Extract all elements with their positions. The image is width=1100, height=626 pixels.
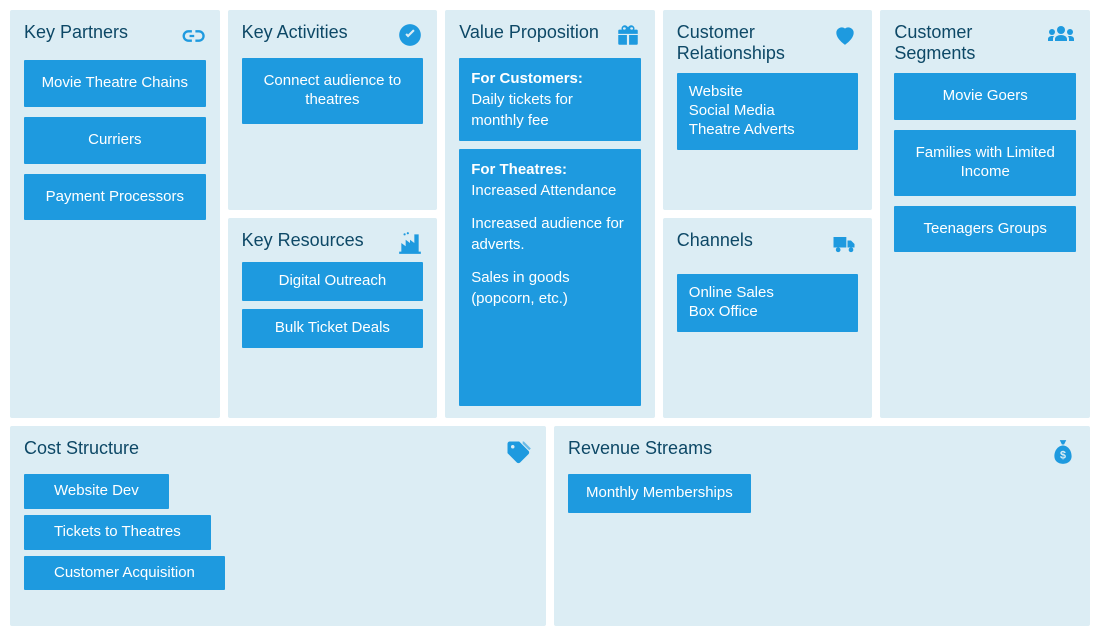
panel-items: Website Social Media Theatre Adverts xyxy=(677,73,859,149)
panel-title: Channels xyxy=(677,230,753,251)
panel-header: Channels xyxy=(677,230,859,258)
panel-items: Online Sales Box Office xyxy=(677,274,859,332)
panel-items: Movie Theatre Chains Curriers Payment Pr… xyxy=(24,60,206,220)
panel-customer-relationships: Customer Relationships Website Social Me… xyxy=(663,10,873,210)
item-box: Monthly Memberships xyxy=(568,474,751,513)
heart-icon xyxy=(832,22,858,48)
item-line: Box Office xyxy=(689,303,847,322)
panel-items: Digital Outreach Bulk Ticket Deals xyxy=(242,262,424,348)
item-box: Tickets to Theatres xyxy=(24,515,211,550)
panel-value-proposition: Value Proposition For Customers: Daily t… xyxy=(445,10,655,418)
business-model-canvas: Key Partners Movie Theatre Chains Currie… xyxy=(10,10,1090,609)
panel-title: Key Partners xyxy=(24,22,128,43)
item-box: Website Social Media Theatre Adverts xyxy=(677,73,859,149)
panel-items: For Customers: Daily tickets for monthly… xyxy=(459,58,641,406)
panel-items: Website Dev Tickets to Theatres Customer… xyxy=(24,474,532,590)
vp-theatres: For Theatres: Increased Attendance Incre… xyxy=(459,149,641,406)
item-box: Payment Processors xyxy=(24,174,206,221)
item-box: Digital Outreach xyxy=(242,262,424,301)
vp-body: Daily tickets for monthly fee xyxy=(471,89,629,131)
item-box: Movie Theatre Chains xyxy=(24,60,206,107)
panel-items: Monthly Memberships xyxy=(568,474,1076,513)
item-box: Families with Limited Income xyxy=(894,130,1076,196)
item-box: Curriers xyxy=(24,117,206,164)
vp-body: Increased audience for adverts. xyxy=(471,213,629,255)
item-box: Connect audience to theatres xyxy=(242,58,424,124)
item-box: Bulk Ticket Deals xyxy=(242,309,424,348)
panel-title: Key Activities xyxy=(242,22,348,43)
panel-title: Key Resources xyxy=(242,230,364,251)
panel-cost-structure: Cost Structure Website Dev Tickets to Th… xyxy=(10,426,546,626)
panel-key-partners: Key Partners Movie Theatre Chains Currie… xyxy=(10,10,220,418)
item-box: Movie Goers xyxy=(894,73,1076,120)
panel-header: Key Activities xyxy=(242,22,424,48)
truck-icon xyxy=(830,230,858,258)
panel-title: Value Proposition xyxy=(459,22,599,43)
panel-revenue-streams: Revenue Streams $ Monthly Memberships xyxy=(554,426,1090,626)
panel-items: Connect audience to theatres xyxy=(242,58,424,124)
item-box: Teenagers Groups xyxy=(894,206,1076,253)
tags-icon xyxy=(504,438,532,466)
vp-body: Increased Attendance xyxy=(471,180,629,201)
panel-header: Customer Segments xyxy=(894,22,1076,63)
panel-header: Customer Relationships xyxy=(677,22,859,63)
svg-text:$: $ xyxy=(1060,449,1066,461)
panel-header: Key Resources xyxy=(242,230,424,256)
item-line: Website xyxy=(689,83,847,102)
item-line: Social Media xyxy=(689,102,847,121)
panel-channels: Channels Online Sales Box Office xyxy=(663,218,873,418)
panel-header: Revenue Streams $ xyxy=(568,438,1076,466)
item-box: Online Sales Box Office xyxy=(677,274,859,332)
panel-title: Cost Structure xyxy=(24,438,139,459)
item-box: Website Dev xyxy=(24,474,169,509)
gift-icon xyxy=(615,22,641,48)
vp-heading: For Customers: xyxy=(471,68,629,89)
panel-header: Key Partners xyxy=(24,22,206,50)
item-line: Theatre Adverts xyxy=(689,121,847,140)
check-circle-icon xyxy=(397,22,423,48)
panel-key-resources: Key Resources Digital Outreach Bulk Tick… xyxy=(228,218,438,418)
item-line: Online Sales xyxy=(689,284,847,303)
panel-customer-segments: Customer Segments Movie Goers Families w… xyxy=(880,10,1090,418)
users-icon xyxy=(1046,22,1076,48)
item-box: Customer Acquisition xyxy=(24,556,225,591)
vp-body: Sales in goods (popcorn, etc.) xyxy=(471,267,629,309)
vp-heading: For Theatres: xyxy=(471,159,629,180)
panel-header: Cost Structure xyxy=(24,438,532,466)
panel-items: Movie Goers Families with Limited Income… xyxy=(894,73,1076,252)
money-bag-icon: $ xyxy=(1050,438,1076,466)
factory-icon xyxy=(397,230,423,256)
panel-title: Customer Segments xyxy=(894,22,1046,63)
panel-header: Value Proposition xyxy=(459,22,641,48)
vp-customers: For Customers: Daily tickets for monthly… xyxy=(459,58,641,141)
panel-key-activities: Key Activities Connect audience to theat… xyxy=(228,10,438,210)
link-icon xyxy=(178,22,206,50)
panel-title: Customer Relationships xyxy=(677,22,833,63)
panel-title: Revenue Streams xyxy=(568,438,712,459)
